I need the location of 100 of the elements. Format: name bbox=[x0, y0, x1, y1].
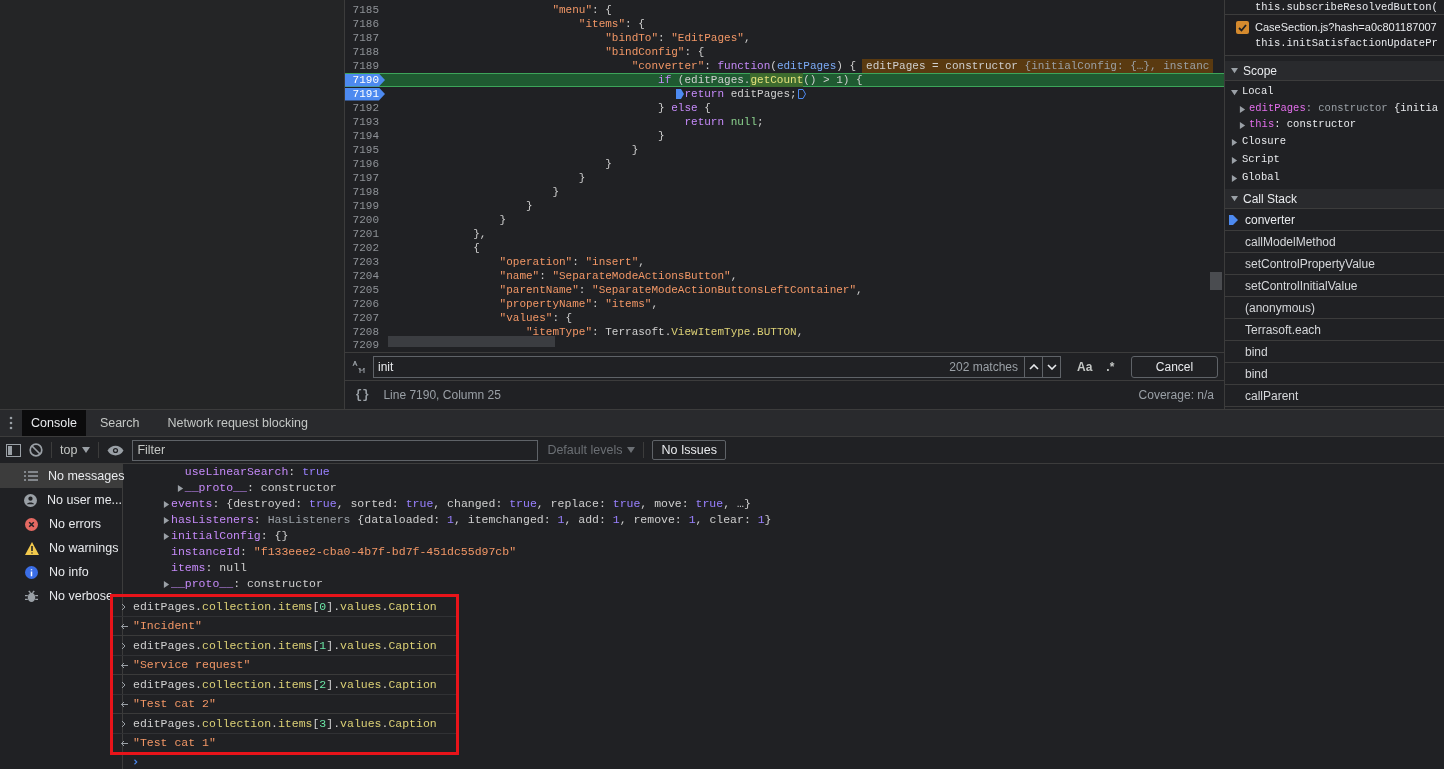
breakpoint-code: this.initSatisfactionUpdatePr bbox=[1255, 35, 1438, 51]
line-number[interactable]: 7198 bbox=[345, 185, 385, 199]
line-number[interactable]: 7203 bbox=[345, 255, 385, 269]
code-line: "menu": { bbox=[551, 3, 612, 17]
expand-arrow-icon[interactable] bbox=[1231, 67, 1238, 75]
context-dropdown[interactable]: top bbox=[60, 440, 91, 460]
pretty-print-button[interactable]: {} bbox=[355, 385, 370, 404]
call-stack-frame[interactable]: setControlInitialValue bbox=[1225, 275, 1444, 298]
scope-group[interactable]: Local bbox=[1225, 83, 1444, 102]
expand-arrow-icon[interactable] bbox=[1231, 138, 1238, 146]
inline-breakpoint-icon[interactable] bbox=[797, 89, 806, 99]
call-stack-frame[interactable]: setControlPropertyValue bbox=[1225, 253, 1444, 276]
line-number[interactable]: 7194 bbox=[345, 129, 385, 143]
expand-arrow-icon[interactable] bbox=[1231, 174, 1238, 182]
call-stack-frame[interactable]: bind bbox=[1225, 363, 1444, 386]
line-number[interactable]: 7200 bbox=[345, 213, 385, 227]
line-number[interactable]: 7209 bbox=[345, 339, 385, 352]
call-stack-frame[interactable]: callParent bbox=[1225, 385, 1444, 408]
expand-arrow-icon[interactable] bbox=[1231, 195, 1238, 203]
cancel-button[interactable]: Cancel bbox=[1131, 355, 1218, 378]
case-sensitive-icon bbox=[351, 359, 367, 374]
console-object-property: useLinearSearch: true bbox=[184, 464, 330, 481]
call-stack-frame[interactable]: (anonymous) bbox=[1225, 297, 1444, 320]
code-line: } bbox=[525, 199, 533, 213]
code-line: "name": "SeparateModeActionsButton", bbox=[498, 269, 738, 283]
line-number[interactable]: 7187 bbox=[345, 31, 385, 45]
clear-console-icon[interactable] bbox=[29, 443, 43, 457]
sidebar-item[interactable]: No warnings bbox=[0, 536, 122, 560]
call-stack-frame[interactable]: bind bbox=[1225, 341, 1444, 364]
match-case-button[interactable]: Aa bbox=[1075, 357, 1095, 376]
drawer-tab[interactable]: Search bbox=[85, 410, 154, 436]
line-number[interactable]: 7207 bbox=[345, 311, 385, 325]
inline-breakpoint-icon[interactable] bbox=[676, 89, 685, 99]
line-number[interactable]: 7185 bbox=[345, 3, 385, 17]
expand-arrow-icon[interactable] bbox=[1231, 156, 1238, 164]
vertical-scrollbar-thumb[interactable] bbox=[1210, 272, 1222, 290]
console-object-property[interactable]: initialConfig: {} bbox=[171, 527, 289, 545]
sidebar-item[interactable]: No info bbox=[0, 560, 122, 584]
filter-field[interactable]: Filter bbox=[132, 439, 539, 461]
line-number[interactable]: 7204 bbox=[345, 269, 385, 283]
call-stack-frame[interactable]: Terrasoft.each bbox=[1225, 319, 1444, 342]
line-number[interactable]: 7193 bbox=[345, 115, 385, 129]
call-stack-frame[interactable]: converter bbox=[1225, 209, 1444, 232]
scope-group[interactable]: Script bbox=[1225, 151, 1444, 170]
breakpoint-location[interactable]: CaseSection.js?hash=a0c801187007 bbox=[1255, 19, 1438, 36]
line-number[interactable]: 7188 bbox=[345, 45, 385, 59]
scope-group[interactable]: Closure bbox=[1225, 133, 1444, 152]
drawer-tab[interactable]: Console bbox=[22, 410, 86, 436]
bug-icon bbox=[25, 589, 38, 603]
call-stack-frame[interactable]: callModelMethod bbox=[1225, 231, 1444, 254]
drawer-tab[interactable]: Network request blocking bbox=[153, 410, 322, 436]
code-line: return editPages; bbox=[684, 87, 797, 101]
line-number[interactable]: 7192 bbox=[345, 101, 385, 115]
code-line: } bbox=[551, 185, 560, 199]
eye-icon[interactable] bbox=[107, 444, 125, 456]
console-command: editPages.collection.items[2].values.Caption bbox=[133, 676, 437, 693]
regex-button[interactable]: .* bbox=[1104, 357, 1117, 376]
expand-arrow-icon[interactable] bbox=[163, 580, 170, 588]
breakpoint-checkbox[interactable] bbox=[1236, 21, 1249, 34]
caret-icon bbox=[627, 447, 636, 453]
line-number[interactable]: 7206 bbox=[345, 297, 385, 311]
line-number[interactable]: 7201 bbox=[345, 227, 385, 241]
scope-header[interactable]: Scope bbox=[1225, 61, 1444, 82]
line-number[interactable]: 7202 bbox=[345, 241, 385, 255]
console-object-property[interactable]: __proto__: constructor bbox=[171, 575, 323, 593]
console-object-property[interactable]: hasListeners: HasListeners {dataloaded: 1, itemchanged: 1, add: 1, remove: 1, clear: 1} bbox=[171, 511, 772, 529]
sidebar-toggle-icon[interactable] bbox=[6, 443, 21, 457]
sidebar-item[interactable]: No messages bbox=[0, 464, 122, 488]
result-arrow-icon bbox=[120, 739, 128, 747]
result-arrow-icon bbox=[120, 661, 128, 669]
breakpoint-location[interactable]: this.subscribeResolvedButton( bbox=[1255, 0, 1438, 16]
info-icon bbox=[25, 565, 38, 579]
search-field[interactable]: init 202 matches bbox=[373, 355, 1061, 378]
scope-variable[interactable]: this: constructor bbox=[1249, 117, 1357, 134]
scope-group[interactable]: Global bbox=[1225, 169, 1444, 188]
horizontal-scrollbar-thumb[interactable] bbox=[388, 336, 555, 347]
issues-button[interactable]: No Issues bbox=[652, 440, 727, 460]
sidebar-item[interactable]: No user me... bbox=[0, 488, 122, 512]
line-number[interactable]: 7186 bbox=[345, 17, 385, 31]
line-number[interactable]: 7189 bbox=[345, 59, 385, 73]
line-number[interactable]: 7208 bbox=[345, 325, 385, 339]
next-match-button[interactable] bbox=[1042, 356, 1060, 377]
console-object-property: instanceId: "f133eee2-cba0-4b7f-bd7f-451dc55d97cb" bbox=[171, 544, 517, 561]
line-number[interactable]: 7196 bbox=[345, 157, 385, 171]
sidebar-item[interactable]: No errors bbox=[0, 512, 122, 536]
error-icon bbox=[25, 517, 38, 531]
scope-variable[interactable]: editPages: constructor {initia bbox=[1249, 101, 1439, 118]
current-frame-arrow-icon bbox=[1229, 214, 1238, 225]
console-object-property[interactable]: __proto__: constructor bbox=[184, 479, 337, 497]
code-line: { bbox=[472, 241, 480, 255]
line-number[interactable]: 7195 bbox=[345, 143, 385, 157]
console-object-property[interactable]: events: {destroyed: true, sorted: true, changed: true, replace: true, move: true, …} bbox=[171, 495, 751, 513]
coverage-status: Coverage: n/a bbox=[1138, 386, 1214, 404]
line-number[interactable]: 7205 bbox=[345, 283, 385, 297]
input-prompt-icon bbox=[121, 602, 127, 611]
line-number[interactable]: 7197 bbox=[345, 171, 385, 185]
line-number[interactable]: 7199 bbox=[345, 199, 385, 213]
call-stack-header[interactable]: Call Stack bbox=[1225, 189, 1444, 210]
expand-arrow-icon[interactable] bbox=[1231, 88, 1238, 96]
console-prompt-icon[interactable] bbox=[133, 759, 139, 765]
